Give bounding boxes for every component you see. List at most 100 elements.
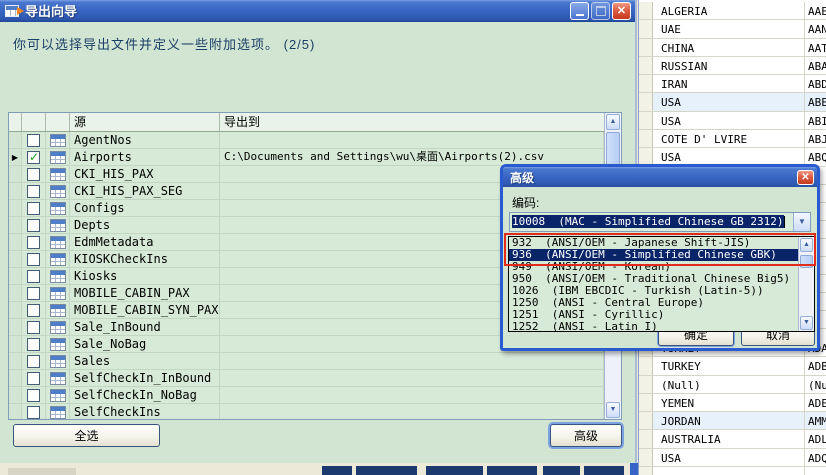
select-all-button[interactable]: 全选 [13,424,160,447]
country-cell[interactable]: COTE D' LVIRE [653,130,805,148]
export-checkbox[interactable] [27,320,40,334]
table-row[interactable]: USA ADQ [639,448,826,468]
row-selector-cell[interactable] [9,353,22,369]
scroll-up-icon[interactable]: ▲ [800,238,813,252]
checkbox-cell[interactable] [22,217,46,233]
table-row[interactable]: SelfCheckIns [9,404,604,419]
encoding-option[interactable]: 949 (ANSI/OEM - Korean) [509,261,798,273]
airport-code-cell[interactable]: ABJ [805,130,826,147]
row-header-cell[interactable] [639,2,653,20]
minimize-button[interactable] [570,1,589,20]
airport-code-cell[interactable]: AMM [805,412,826,429]
checkbox-cell[interactable] [22,370,46,386]
row-selector-cell[interactable] [9,234,22,250]
row-selector-cell[interactable] [9,149,22,165]
export-checkbox[interactable] [27,388,40,402]
row-selector-cell[interactable] [9,268,22,284]
export-checkbox[interactable] [27,269,40,283]
scroll-up-icon[interactable]: ▲ [606,114,620,130]
country-cell[interactable] [653,467,805,475]
row-selector-cell[interactable] [9,217,22,233]
row-selector-cell[interactable] [9,404,22,419]
checkbox-cell[interactable] [22,166,46,182]
airport-code-cell[interactable]: AAE [805,2,826,19]
table-row[interactable]: TURKEY ADB [639,357,826,376]
combobox-dropdown-icon[interactable]: ▼ [793,213,810,231]
encoding-option[interactable]: 1252 (ANSI - Latin I) [509,321,798,331]
wizard-titlebar[interactable]: 导出向导 ✕ [0,0,635,22]
checkbox-cell[interactable] [22,268,46,284]
row-header-cell[interactable] [639,467,653,475]
table-row[interactable]: JORDAN AMM [639,412,826,431]
country-cell[interactable]: USA [653,111,805,130]
export-checkbox[interactable] [27,354,40,368]
country-cell[interactable]: CHINA [653,38,805,56]
export-checkbox[interactable] [27,150,40,164]
export-checkbox[interactable] [27,201,40,215]
airport-code-cell[interactable]: ABI [805,112,826,129]
country-cell[interactable]: TURKEY [653,357,805,375]
row-header-cell[interactable] [639,412,653,430]
country-cell[interactable]: (Null) [653,375,805,393]
encoding-option[interactable]: 950 (ANSI/OEM - Traditional Chinese Big5… [509,273,798,285]
row-header-cell[interactable] [639,111,653,130]
row-selector-cell[interactable] [9,302,22,318]
table-row[interactable]: CHINA AAT [639,38,826,57]
export-checkbox[interactable] [27,286,40,300]
airport-code-cell[interactable] [805,467,826,475]
row-selector-cell[interactable] [9,183,22,199]
country-cell[interactable]: RUSSIAN [653,56,805,75]
maximize-button[interactable] [591,1,610,20]
row-selector-cell[interactable] [9,166,22,182]
row-header-cell[interactable] [639,130,653,148]
scrollbar-thumb[interactable] [800,255,813,268]
checkbox-cell[interactable] [22,183,46,199]
table-row[interactable]: Sales [9,353,604,370]
row-header-cell[interactable] [639,448,653,467]
airport-code-cell[interactable]: ADQ [805,449,826,466]
checkbox-cell[interactable] [22,132,46,148]
scroll-down-icon[interactable]: ▼ [800,316,813,330]
table-row[interactable]: SelfCheckIn_NoBag [9,387,604,404]
airport-code-cell[interactable]: AAN [805,20,826,37]
row-header-cell[interactable] [639,20,653,38]
checkbox-cell[interactable] [22,319,46,335]
table-row[interactable]: USA ABE [639,93,826,112]
row-selector-cell[interactable] [9,132,22,148]
country-cell[interactable]: IRAN [653,75,805,93]
airport-code-cell[interactable]: AAT [805,39,826,56]
export-checkbox[interactable] [27,371,40,385]
row-selector-cell[interactable] [9,336,22,352]
row-selector-cell[interactable] [9,285,22,301]
country-cell[interactable]: ALGERIA [653,2,805,20]
encoding-option[interactable]: 1250 (ANSI - Central Europe) [509,297,798,309]
country-cell[interactable]: USA [653,93,805,111]
country-cell[interactable]: YEMEN [653,393,805,412]
encoding-option[interactable]: 1026 (IBM EBCDIC - Turkish (Latin-5)) [509,285,798,297]
airport-code-cell[interactable]: ADL [805,430,826,447]
advanced-button[interactable]: 高级 [550,424,622,447]
export-checkbox[interactable] [27,184,40,198]
scroll-down-icon[interactable]: ▼ [606,402,620,418]
row-header-cell[interactable] [639,75,653,93]
row-selector-cell[interactable] [9,370,22,386]
row-header-cell[interactable] [639,430,653,448]
airport-code-cell[interactable]: ABD [805,75,826,92]
row-selector-cell[interactable] [9,200,22,216]
checkbox-cell[interactable] [22,302,46,318]
airport-code-cell[interactable]: (Null) [805,376,826,393]
export-checkbox[interactable] [27,133,40,147]
encoding-option[interactable]: 932 (ANSI/OEM - Japanese Shift-JIS) [509,237,798,249]
row-header-cell[interactable] [639,393,653,412]
source-column-header[interactable]: 源 [70,113,220,131]
checkbox-cell[interactable] [22,404,46,419]
table-row[interactable]: COTE D' LVIRE ABJ [639,130,826,149]
row-header-cell[interactable] [639,56,653,75]
row-header-cell[interactable] [639,375,653,393]
checkbox-cell[interactable] [22,285,46,301]
destination-column-header[interactable]: 导出到 [220,113,621,131]
airport-code-cell[interactable]: ABE [805,93,826,110]
row-header-cell[interactable] [639,357,653,375]
encoding-combobox-value[interactable]: 10008 (MAC - Simplified Chinese GB 2312) [510,213,793,231]
dropdown-scrollbar[interactable]: ▲ ▼ [798,237,814,331]
